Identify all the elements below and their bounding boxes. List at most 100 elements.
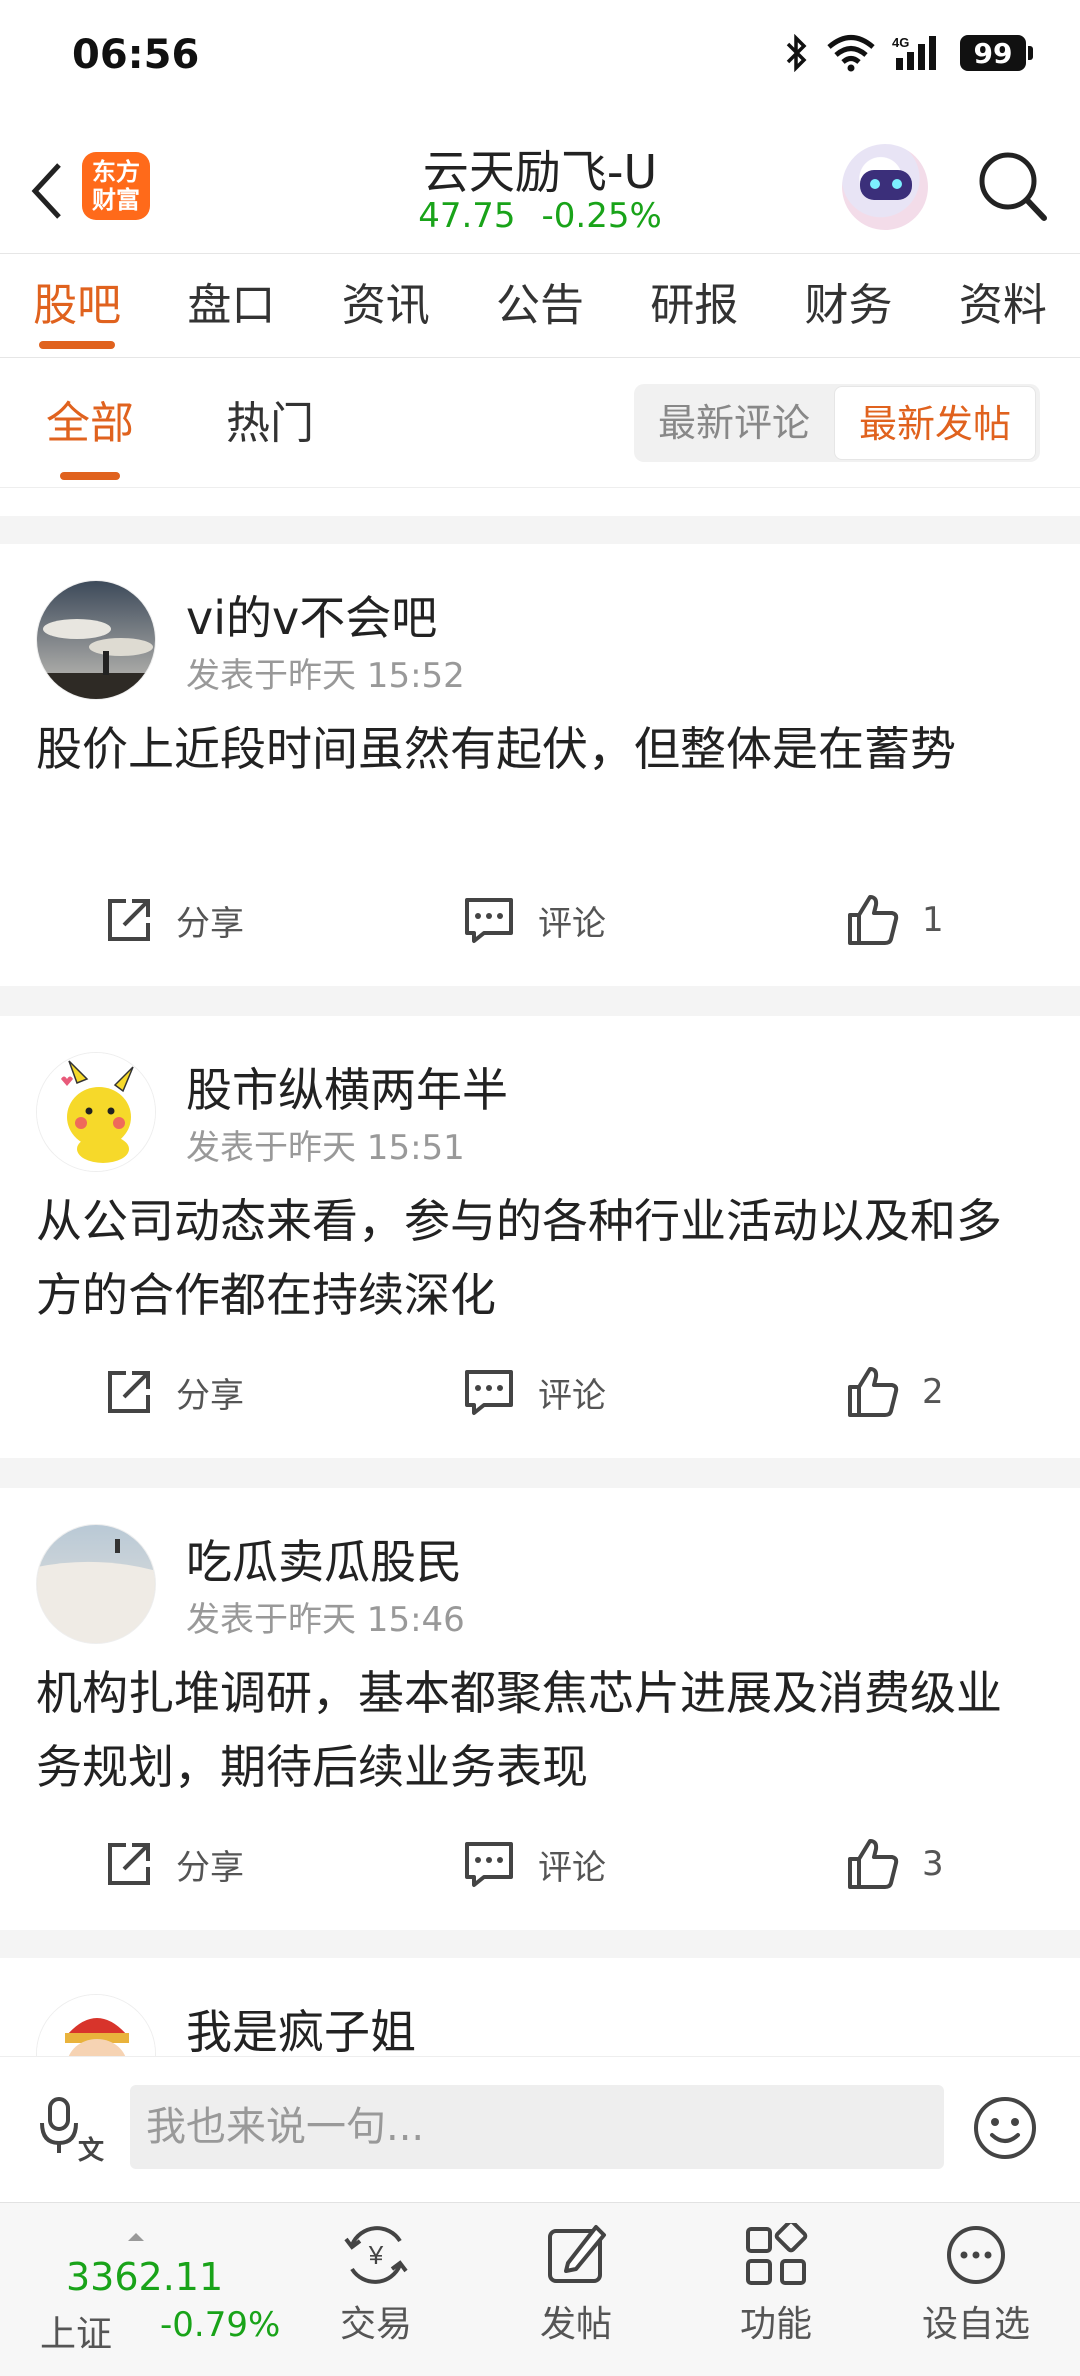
caret-up-icon — [128, 2233, 144, 2241]
post-item[interactable]: 我是疯子姐 — [0, 1958, 1080, 2056]
tab-announcements[interactable]: 公告 — [463, 256, 617, 357]
divider — [0, 1458, 1080, 1488]
status-icons: 4G 99 — [784, 34, 1033, 72]
robot-face-icon — [860, 170, 912, 200]
emoji-button[interactable] — [972, 2095, 1038, 2161]
divider — [0, 1930, 1080, 1958]
avatar[interactable] — [36, 1994, 156, 2056]
stock-change: -0.25% — [541, 196, 662, 236]
tab-profile[interactable]: 资料 — [926, 256, 1080, 357]
grid-icon — [746, 2223, 808, 2285]
thumbs-up-icon — [848, 895, 899, 945]
sort-latest-comment[interactable]: 最新评论 — [634, 386, 834, 460]
voice-input-button[interactable]: 文 — [40, 2095, 108, 2165]
thumbs-up-icon — [848, 1367, 899, 1417]
divider — [0, 516, 1080, 544]
emoji-icon — [974, 2097, 1036, 2159]
comment-button[interactable]: 评论 — [462, 1352, 606, 1432]
username[interactable]: 吃瓜卖瓜股民 — [186, 1526, 462, 1592]
share-label: 分享 — [176, 903, 244, 944]
comment-label: 评论 — [538, 1847, 606, 1888]
share-label: 分享 — [176, 1847, 244, 1888]
tab-research[interactable]: 研报 — [617, 256, 771, 357]
username[interactable]: vi的v不会吧 — [186, 582, 437, 648]
nav-functions[interactable]: 功能 — [706, 2223, 846, 2347]
more-dots-icon — [947, 2226, 1005, 2284]
nav-functions-label: 功能 — [739, 2304, 812, 2345]
post-actions: 分享 评论 3 — [0, 1824, 1080, 1904]
market-index-widget[interactable]: 3362.11 上证 -0.79% — [36, 2231, 286, 2355]
like-count: 2 — [922, 1372, 944, 1412]
nav-trade[interactable]: ¥ 交易 — [306, 2223, 446, 2347]
post-content[interactable]: 股价上近段时间虽然有起伏，但整体是在蓄势 — [36, 712, 1046, 786]
comment-label: 评论 — [538, 1375, 606, 1416]
share-button[interactable]: 分享 — [104, 880, 244, 960]
bottom-nav: 3362.11 上证 -0.79% ¥ 交易 发帖 功能 设自选 — [0, 2202, 1080, 2376]
post-time: 发表于昨天 15:52 — [186, 656, 465, 696]
compose-icon — [548, 2225, 606, 2283]
nav-post-label: 发帖 — [539, 2304, 612, 2345]
nav-watchlist-label: 设自选 — [921, 2304, 1030, 2345]
landscape-avatar-image — [37, 581, 155, 699]
sort-toggle: 最新评论 最新发帖 — [634, 384, 1040, 462]
sort-latest-post[interactable]: 最新发帖 — [834, 386, 1037, 460]
ai-assistant-avatar[interactable] — [842, 144, 928, 230]
comment-button[interactable]: 评论 — [462, 1824, 606, 1904]
post-actions: 分享 评论 1 — [0, 880, 1080, 960]
stock-price: 47.75 — [418, 196, 516, 236]
cellular-signal-icon: 4G — [892, 35, 936, 70]
tab-finance[interactable]: 财务 — [771, 256, 925, 357]
post-content[interactable]: 从公司动态来看，参与的各种行业活动以及和多方的合作都在持续深化 — [36, 1184, 1046, 1332]
bluetooth-icon — [786, 34, 807, 72]
nav-trade-label: 交易 — [339, 2304, 412, 2345]
avatar[interactable] — [36, 580, 156, 700]
like-count: 3 — [922, 1844, 944, 1884]
post-content[interactable]: 机构扎堆调研，基本都聚焦芯片进展及消费级业务规划，期待后续业务表现 — [36, 1656, 1046, 1804]
avatar[interactable] — [36, 1524, 156, 1644]
tab-news[interactable]: 资讯 — [309, 256, 463, 357]
share-icon — [108, 1371, 150, 1413]
like-button[interactable]: 2 — [846, 1352, 944, 1432]
post-item[interactable]: vi的v不会吧 发表于昨天 15:52 股价上近段时间虽然有起伏，但整体是在蓄势… — [0, 544, 1080, 986]
search-button[interactable] — [976, 148, 1048, 224]
comment-input[interactable]: 我也来说一句... — [130, 2085, 944, 2169]
avatar[interactable] — [36, 1052, 156, 1172]
like-count: 1 — [922, 900, 944, 940]
svg-text:文: 文 — [78, 2135, 105, 2163]
svg-text:¥: ¥ — [368, 2240, 384, 2270]
subtab-hot[interactable]: 热门 — [226, 360, 314, 488]
status-time: 06:56 — [72, 32, 200, 78]
index-change: -0.79% — [160, 2305, 281, 2345]
share-icon — [108, 1843, 150, 1885]
index-value: 3362.11 — [66, 2255, 224, 2299]
search-icon — [979, 152, 1047, 221]
wifi-icon — [827, 35, 875, 72]
username[interactable]: 我是疯子姐 — [186, 1996, 416, 2056]
subtab-all[interactable]: 全部 — [46, 360, 134, 488]
cartoon-avatar-image — [37, 1995, 155, 2056]
main-tabs: 股吧 盘口 资讯 公告 研报 财务 资料 — [0, 256, 1080, 358]
post-item[interactable]: 吃瓜卖瓜股民 发表于昨天 15:46 机构扎堆调研，基本都聚焦芯片进展及消费级业… — [0, 1488, 1080, 1930]
tab-pankou[interactable]: 盘口 — [154, 256, 308, 357]
nav-post[interactable]: 发帖 — [506, 2223, 646, 2347]
comment-icon — [465, 1370, 513, 1415]
battery-indicator: 99 — [960, 35, 1033, 71]
like-button[interactable]: 3 — [846, 1824, 944, 1904]
comment-bar: 文 我也来说一句... — [0, 2056, 1080, 2202]
comment-label: 评论 — [538, 903, 606, 944]
comment-button[interactable]: 评论 — [462, 880, 606, 960]
post-item[interactable]: 股市纵横两年半 发表于昨天 15:51 从公司动态来看，参与的各种行业活动以及和… — [0, 1016, 1080, 1458]
post-time: 发表于昨天 15:46 — [186, 1600, 465, 1640]
share-label: 分享 — [176, 1375, 244, 1416]
share-button[interactable]: 分享 — [104, 1352, 244, 1432]
divider — [0, 986, 1080, 1016]
like-button[interactable]: 1 — [846, 880, 944, 960]
tab-guba[interactable]: 股吧 — [0, 256, 154, 357]
comment-icon — [465, 1842, 513, 1887]
nav-watchlist[interactable]: 设自选 — [906, 2223, 1046, 2347]
share-button[interactable]: 分享 — [104, 1824, 244, 1904]
thumbs-up-icon — [848, 1839, 899, 1889]
username[interactable]: 股市纵横两年半 — [186, 1054, 508, 1120]
post-actions: 分享 评论 2 — [0, 1352, 1080, 1432]
share-icon — [108, 899, 150, 941]
